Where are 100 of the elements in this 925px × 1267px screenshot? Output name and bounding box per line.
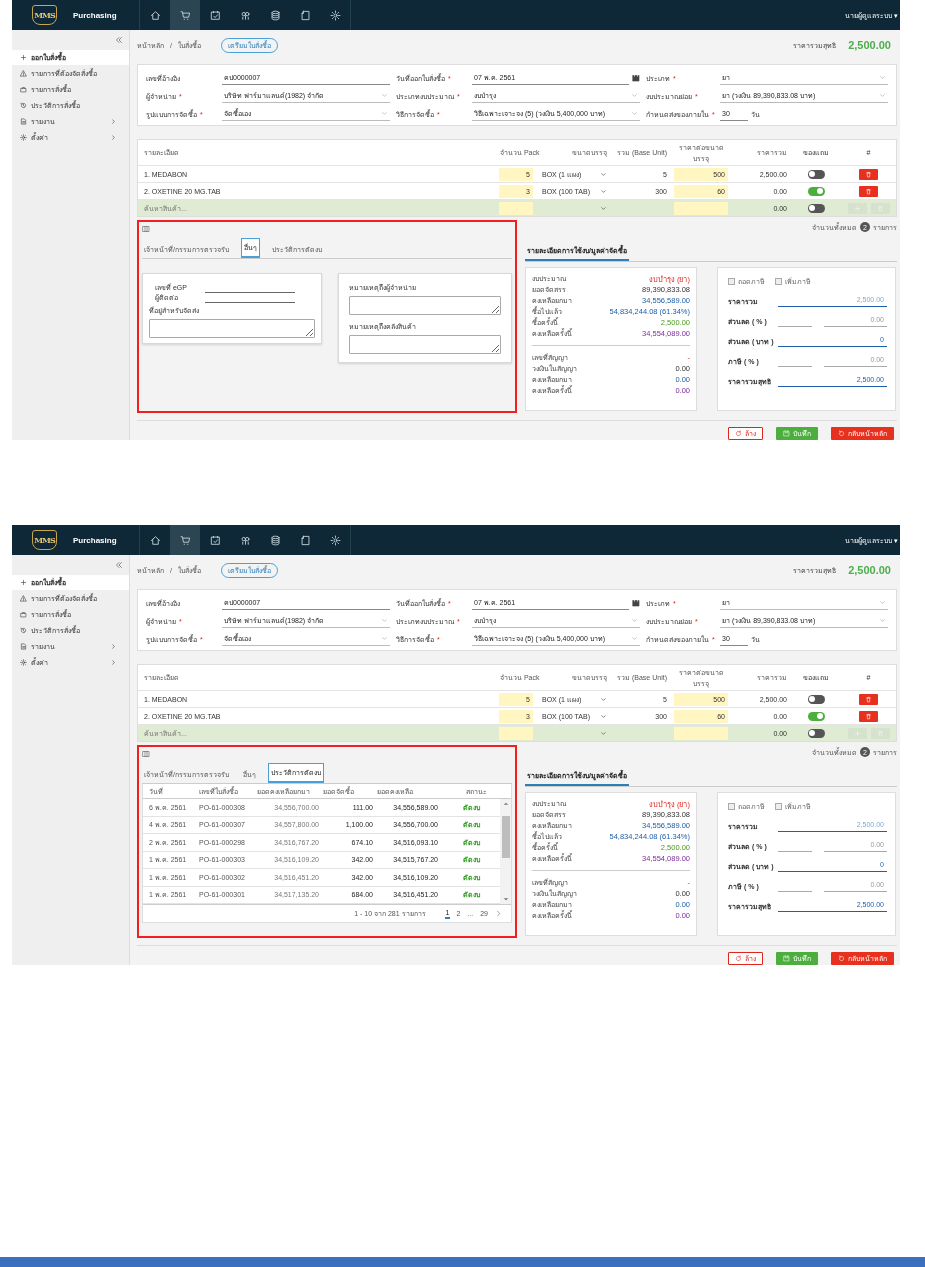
refresh-icon xyxy=(838,955,845,962)
calendar-icon xyxy=(632,74,640,82)
calendar-icon xyxy=(632,599,640,607)
trash-icon xyxy=(865,187,872,195)
app-title: Purchasing xyxy=(72,10,118,20)
caret-icon xyxy=(600,695,607,703)
history-icon xyxy=(20,102,27,109)
price-field[interactable] xyxy=(674,726,728,740)
note-field[interactable] xyxy=(349,296,501,315)
delete-button[interactable] xyxy=(859,710,878,722)
scrollbar[interactable] xyxy=(500,799,511,904)
columns-icon xyxy=(142,750,150,758)
toggle-switch[interactable] xyxy=(807,711,825,721)
caret-icon xyxy=(879,599,886,606)
note-field[interactable] xyxy=(349,335,501,354)
warning-icon xyxy=(20,70,27,77)
trash-icon xyxy=(865,712,872,720)
nav-tab[interactable] xyxy=(170,0,200,30)
total-amount: 2,500.00 xyxy=(848,564,891,576)
database-icon xyxy=(269,534,281,546)
settings-icon xyxy=(329,9,341,21)
caret-icon xyxy=(631,92,638,99)
plus-icon xyxy=(853,729,861,737)
caret-icon xyxy=(631,617,638,624)
save-icon xyxy=(783,430,790,437)
checkbox[interactable] xyxy=(728,803,735,810)
plus-icon xyxy=(20,579,27,586)
chevron-right-icon xyxy=(495,909,502,917)
caret-icon xyxy=(600,712,607,720)
caret-icon xyxy=(631,635,638,642)
checkbox[interactable] xyxy=(775,278,782,285)
plus-icon xyxy=(20,54,27,61)
caret-icon xyxy=(879,74,886,81)
chevron-right-icon xyxy=(110,118,117,125)
home-icon xyxy=(149,9,161,21)
caret-icon xyxy=(879,92,886,99)
delete-button[interactable] xyxy=(859,185,878,197)
document-icon xyxy=(299,9,311,21)
total-amount: 2,500.00 xyxy=(848,39,891,51)
caret-icon xyxy=(879,617,886,624)
checkbox[interactable] xyxy=(728,278,735,285)
caret-icon xyxy=(600,204,607,212)
save-icon xyxy=(783,955,790,962)
caret-icon xyxy=(381,617,388,624)
scroll-down-icon xyxy=(502,896,509,902)
settings-icon xyxy=(20,134,27,141)
collapse-icon xyxy=(115,36,123,44)
settings-icon xyxy=(20,659,27,666)
delete-button[interactable] xyxy=(859,693,878,705)
group-icon xyxy=(239,9,251,21)
cart-icon xyxy=(179,9,191,21)
trash-icon xyxy=(876,729,884,737)
home-icon xyxy=(149,534,161,546)
toggle-switch[interactable] xyxy=(807,186,825,196)
document-icon xyxy=(20,118,27,125)
refresh-icon xyxy=(735,430,742,437)
delete-button[interactable] xyxy=(859,168,878,180)
caret-icon xyxy=(381,110,388,117)
caret-icon xyxy=(600,187,607,195)
columns-icon xyxy=(142,225,150,233)
chevron-right-icon xyxy=(110,643,117,650)
app-logo: MMS xyxy=(32,530,57,550)
chevron-right-icon xyxy=(110,659,117,666)
next-page-button[interactable] xyxy=(494,908,503,919)
trash-icon xyxy=(865,695,872,703)
caret-icon xyxy=(600,729,607,737)
caret-icon xyxy=(381,635,388,642)
quantity-field[interactable] xyxy=(499,201,533,215)
trash-icon xyxy=(865,170,872,178)
caret-icon xyxy=(381,92,388,99)
refresh-icon xyxy=(838,430,845,437)
bag-icon xyxy=(20,86,27,93)
refresh-icon xyxy=(735,955,742,962)
checklist-icon xyxy=(209,534,221,546)
chevron-right-icon xyxy=(110,134,117,141)
group-icon xyxy=(239,534,251,546)
caret-icon xyxy=(631,110,638,117)
settings-icon xyxy=(329,534,341,546)
quantity-field[interactable] xyxy=(499,726,533,740)
warning-icon xyxy=(20,595,27,602)
price-field[interactable] xyxy=(674,201,728,215)
app-title: Purchasing xyxy=(72,535,118,545)
bag-icon xyxy=(20,611,27,618)
address-field[interactable] xyxy=(149,319,315,338)
checkbox[interactable] xyxy=(775,803,782,810)
toggle-switch[interactable] xyxy=(807,694,825,704)
toggle-switch[interactable] xyxy=(807,169,825,179)
collapse-icon xyxy=(115,561,123,569)
cart-icon xyxy=(179,534,191,546)
app-logo: MMS xyxy=(32,5,57,25)
document-icon xyxy=(299,534,311,546)
scroll-up-icon xyxy=(502,801,509,807)
database-icon xyxy=(269,9,281,21)
checklist-icon xyxy=(209,9,221,21)
plus-icon xyxy=(853,204,861,212)
caret-icon xyxy=(600,170,607,178)
trash-icon xyxy=(876,204,884,212)
history-icon xyxy=(20,627,27,634)
nav-tab[interactable] xyxy=(170,525,200,555)
document-icon xyxy=(20,643,27,650)
